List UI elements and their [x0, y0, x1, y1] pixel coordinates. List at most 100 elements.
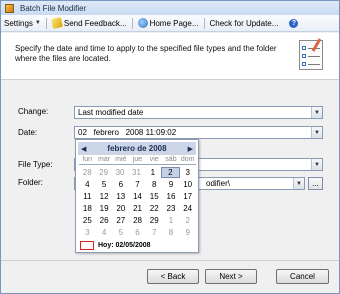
calendar-day[interactable]: 18: [79, 203, 96, 214]
weekday-label: lun: [82, 156, 93, 163]
calendar-day[interactable]: 8: [163, 227, 180, 238]
help-icon[interactable]: ?: [289, 18, 299, 28]
checkbox-mark: [302, 54, 306, 58]
file-type-label: File Type:: [18, 160, 53, 169]
calendar-day[interactable]: 28: [79, 167, 95, 178]
calendar-day[interactable]: 21: [129, 203, 146, 214]
calendar-day[interactable]: 5: [96, 179, 113, 190]
calendar-week: 11 12 13 14 15 16 17: [79, 191, 196, 202]
change-label: Change:: [18, 107, 49, 116]
calendar-day[interactable]: 29: [95, 167, 111, 178]
calendar-day[interactable]: 7: [146, 227, 163, 238]
calendar-header: ◀ febrero de 2008 ▶: [78, 142, 196, 155]
calendar-day[interactable]: 8: [146, 179, 163, 190]
calendar-day[interactable]: 16: [163, 191, 180, 202]
calendar-day[interactable]: 6: [112, 179, 129, 190]
calendar-day[interactable]: 20: [112, 203, 129, 214]
window-title: Batch File Modifier: [20, 3, 87, 13]
weekday-label: sáb: [165, 156, 177, 163]
folder-select-value: odifier\: [206, 179, 231, 188]
next-button[interactable]: Next >: [205, 269, 257, 284]
weekday-label: dom: [180, 156, 195, 163]
calendar-day[interactable]: 9: [163, 179, 180, 190]
send-feedback-label: Send Feedback...: [63, 18, 127, 28]
settings-menu-label: Settings: [4, 18, 33, 28]
today-link[interactable]: Hoy: 02/05/2008: [80, 240, 151, 251]
calendar-day[interactable]: 31: [128, 167, 144, 178]
cancel-button[interactable]: Cancel: [276, 269, 329, 284]
calendar-day-selected[interactable]: 2: [161, 167, 180, 178]
browse-button[interactable]: ...: [308, 177, 323, 190]
check-updates-button[interactable]: Check for Update...: [207, 15, 282, 31]
calendar-day[interactable]: 28: [129, 215, 146, 226]
change-select[interactable]: Last modified date ▼: [74, 106, 323, 119]
globe-icon: [137, 18, 148, 28]
calendar-day[interactable]: 27: [112, 215, 129, 226]
home-page-button[interactable]: Home Page...: [135, 15, 202, 31]
calendar-day[interactable]: 3: [180, 167, 196, 178]
pencil-icon: [311, 38, 322, 52]
calendar-day[interactable]: 19: [96, 203, 113, 214]
calendar-day[interactable]: 6: [129, 227, 146, 238]
chevron-down-icon[interactable]: ▼: [311, 127, 322, 138]
calendar-day[interactable]: 12: [96, 191, 113, 202]
chevron-down-icon: ▼: [34, 20, 41, 26]
app-window: Batch File Modifier Settings ▼ Send Feed…: [0, 0, 340, 294]
send-feedback-button[interactable]: Send Feedback...: [49, 15, 130, 31]
chevron-down-icon[interactable]: ▼: [311, 107, 322, 118]
chevron-down-icon[interactable]: ▼: [311, 159, 322, 170]
calendar-day[interactable]: 13: [112, 191, 129, 202]
title-bar: Batch File Modifier: [1, 1, 339, 15]
menu-separator: [203, 17, 205, 29]
back-button[interactable]: < Back: [147, 269, 199, 284]
calendar-week: 3 4 5 6 7 8 9: [79, 227, 196, 238]
calendar-day[interactable]: 4: [96, 227, 113, 238]
calendar-day[interactable]: 26: [96, 215, 113, 226]
calendar-day[interactable]: 10: [179, 179, 196, 190]
checkbox-mark: [302, 62, 306, 66]
calendar-day[interactable]: 15: [146, 191, 163, 202]
wizard-header: Specify the date and time to apply to th…: [1, 33, 339, 80]
calendar-day[interactable]: 24: [179, 203, 196, 214]
calendar-week: 4 5 6 7 8 9 10: [79, 179, 196, 190]
menu-separator: [45, 17, 47, 29]
calendar-day[interactable]: 30: [112, 167, 128, 178]
checkbox-mark: [302, 46, 306, 50]
change-select-value: Last modified date: [78, 108, 144, 117]
instructions-text: Specify the date and time to apply to th…: [15, 44, 277, 63]
calendar-day[interactable]: 4: [79, 179, 96, 190]
calendar-day[interactable]: 29: [146, 215, 163, 226]
calendar-day[interactable]: 14: [129, 191, 146, 202]
date-picker[interactable]: 02 febrero 2008 11:09:02 ▼: [74, 126, 323, 139]
next-month-icon[interactable]: ▶: [188, 145, 193, 153]
calendar-day[interactable]: 17: [179, 191, 196, 202]
calendar-day[interactable]: 5: [112, 227, 129, 238]
app-icon: [5, 3, 14, 13]
calendar-week: 25 26 27 28 29 1 2: [79, 215, 196, 226]
calendar-day[interactable]: 25: [79, 215, 96, 226]
calendar-day[interactable]: 7: [129, 179, 146, 190]
calendar-day[interactable]: 1: [163, 215, 180, 226]
today-marker-icon: [80, 241, 94, 250]
prev-month-icon[interactable]: ◀: [81, 145, 86, 153]
menu-bar: Settings ▼ Send Feedback... Home Page...…: [1, 15, 339, 32]
calendar-day[interactable]: 1: [145, 167, 161, 178]
calendar-day[interactable]: 3: [79, 227, 96, 238]
calendar-week: 18 19 20 21 22 23 24: [79, 203, 196, 214]
settings-menu[interactable]: Settings ▼: [1, 15, 44, 31]
calendar-day[interactable]: 9: [179, 227, 196, 238]
folder-label: Folder:: [18, 178, 43, 187]
calendar-day[interactable]: 2: [179, 215, 196, 226]
checklist-line: [308, 56, 320, 57]
calendar-day[interactable]: 22: [146, 203, 163, 214]
date-label: Date:: [18, 128, 38, 137]
calendar-day[interactable]: 11: [79, 191, 96, 202]
calendar-day[interactable]: 23: [163, 203, 180, 214]
calendar-month-title: febrero de 2008: [107, 144, 167, 153]
feedback-icon: [50, 17, 63, 29]
checklist-line: [308, 64, 320, 65]
chevron-down-icon[interactable]: ▼: [293, 178, 304, 189]
calendar-dropdown: ◀ febrero de 2008 ▶ lun mar mié jue vie …: [75, 139, 199, 253]
today-label: Hoy: 02/05/2008: [98, 242, 151, 249]
checklist-icon: [299, 38, 323, 70]
